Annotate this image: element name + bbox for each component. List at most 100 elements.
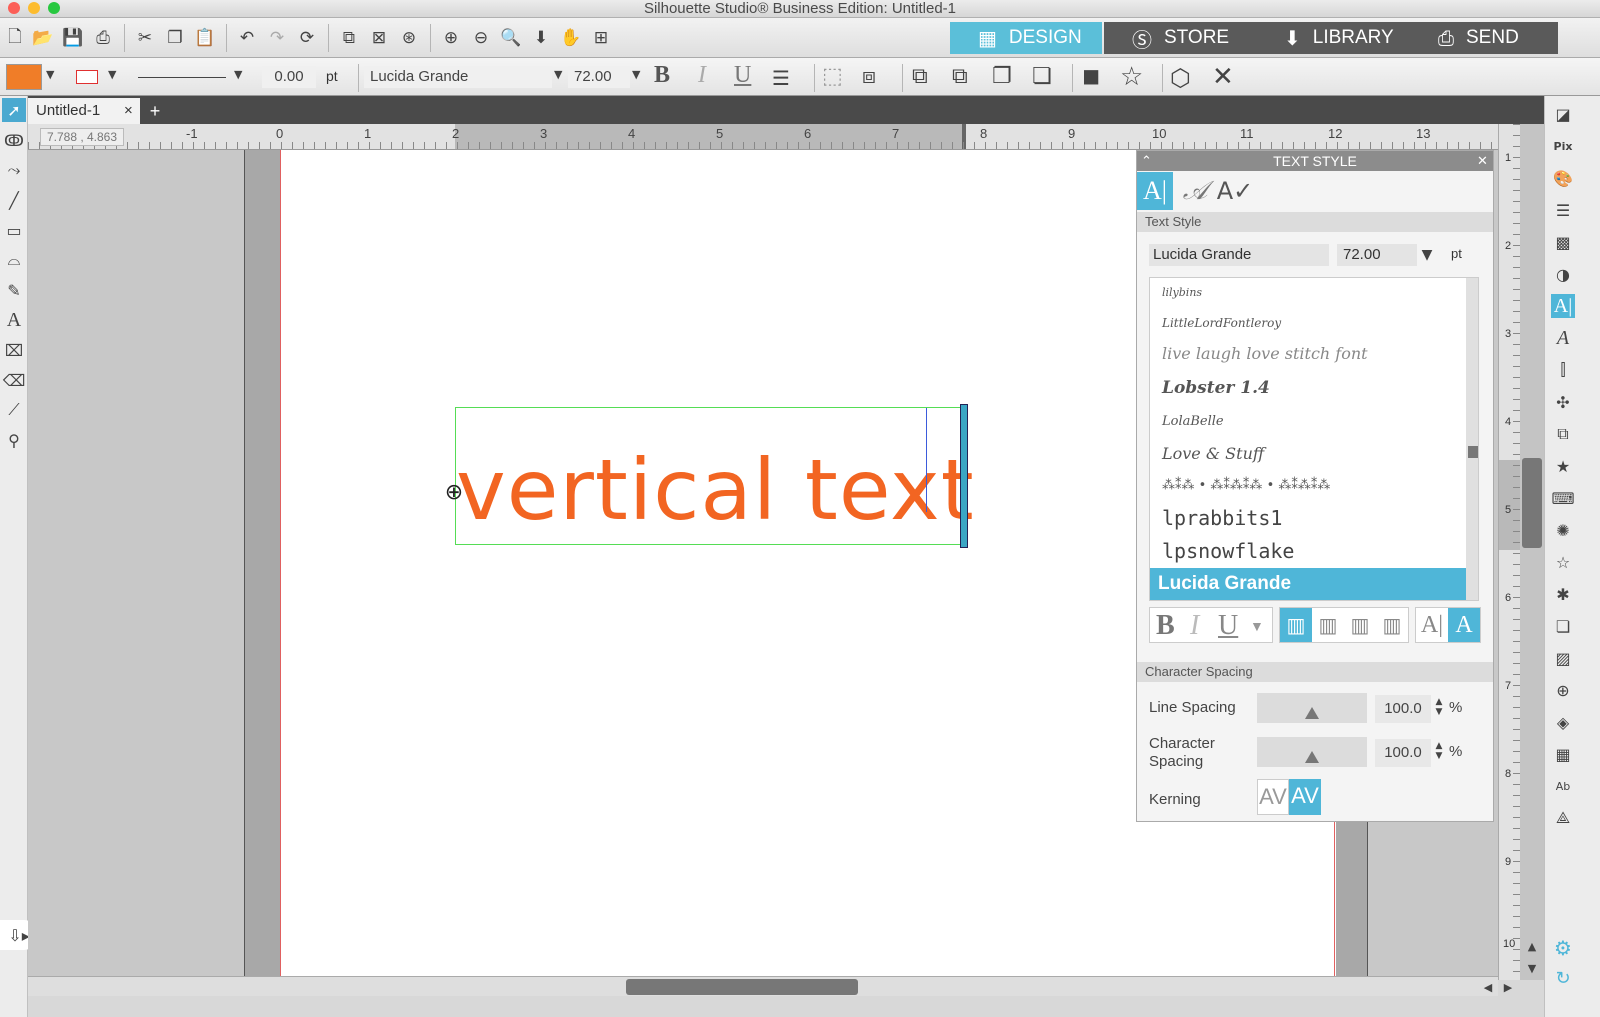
tab-close-icon[interactable]: × bbox=[124, 98, 133, 124]
fill-dropdown-icon[interactable]: ▼ bbox=[46, 68, 54, 81]
line-spacing-value[interactable]: 100.0 bbox=[1375, 695, 1431, 723]
tab-store[interactable]: Ⓢ STORE bbox=[1104, 22, 1256, 54]
redo-icon[interactable]: ↷ bbox=[264, 25, 290, 51]
panel-italic-button[interactable]: I bbox=[1190, 610, 1199, 642]
bring-forward-icon[interactable]: ⧉ bbox=[912, 64, 928, 89]
align-center-icon[interactable]: ▥ bbox=[1312, 608, 1344, 642]
fill-color-panel-icon[interactable]: 🎨 bbox=[1551, 166, 1575, 190]
transparency-panel-icon[interactable]: ◑ bbox=[1551, 262, 1575, 286]
line-color-swatch[interactable] bbox=[76, 70, 98, 84]
panel-underline-button[interactable]: U bbox=[1218, 610, 1238, 642]
close-window-button[interactable] bbox=[8, 2, 20, 14]
undo-icon[interactable]: ↶ bbox=[234, 25, 260, 51]
minimize-window-button[interactable] bbox=[28, 2, 40, 14]
add-tab-button[interactable]: + bbox=[144, 100, 166, 122]
font-list-item[interactable]: ⁂⁑⁂ • ⁂⁑⁂⁑⁂ • ⁂⁑⁂⁑⁂ bbox=[1162, 478, 1330, 493]
tab-design[interactable]: ▦ DESIGN bbox=[950, 22, 1102, 54]
modify-panel-icon[interactable]: ⧉ bbox=[1551, 422, 1575, 446]
underline-dropdown-icon[interactable]: ▼ bbox=[1250, 618, 1264, 634]
page-setup-icon[interactable]: ◪ bbox=[1551, 102, 1575, 126]
font-list-item[interactable]: LittleLordFontleroy bbox=[1162, 316, 1281, 330]
paste-icon[interactable]: 📋 bbox=[192, 25, 218, 51]
zoom-out-icon[interactable]: ⊖ bbox=[468, 25, 494, 51]
text-path-panel-icon[interactable]: A bbox=[1551, 326, 1575, 350]
font-list-item[interactable]: LolaBelle bbox=[1162, 414, 1224, 429]
pencil-tool-icon[interactable]: ✎ bbox=[2, 278, 26, 302]
bring-to-front-icon[interactable]: ❐ bbox=[992, 64, 1012, 89]
polygon-tool-icon[interactable]: ⌓ bbox=[2, 248, 26, 272]
font-list-item[interactable]: live laugh love stitch font bbox=[1162, 344, 1368, 363]
font-list-item[interactable]: Lobster 1.4 bbox=[1162, 378, 1270, 398]
text-style-tab-icon[interactable]: A| bbox=[1137, 172, 1173, 210]
horizontal-scrollbar[interactable]: ◀ ▶ bbox=[28, 976, 1512, 997]
panel-bold-button[interactable]: B bbox=[1156, 610, 1175, 642]
align-left-icon[interactable]: ▥ bbox=[1280, 608, 1312, 642]
tab-send[interactable]: ⎙ SEND bbox=[1410, 22, 1558, 54]
underline-button[interactable]: U bbox=[734, 62, 751, 89]
zoom-window-button[interactable] bbox=[48, 2, 60, 14]
line-width-input[interactable]: 0.00 bbox=[262, 66, 316, 88]
font-size-dropdown-icon[interactable]: ▼ bbox=[632, 68, 640, 81]
sync-icon[interactable]: ↻ bbox=[1551, 966, 1575, 990]
group-icon[interactable]: ⧉ bbox=[336, 25, 362, 51]
knife-icon[interactable]: ⟋ bbox=[2, 398, 26, 422]
align-panel-icon[interactable]: ⫿ bbox=[1551, 358, 1575, 382]
bold-button[interactable]: B bbox=[654, 62, 670, 89]
send-backward-icon[interactable]: ⧉ bbox=[952, 64, 968, 89]
point-edit-icon[interactable]: ⤳ bbox=[2, 158, 26, 182]
new-file-icon[interactable]: 🗋 bbox=[2, 25, 28, 51]
open-folder-icon[interactable]: 📂 bbox=[30, 25, 56, 51]
line-color-dropdown-icon[interactable]: ▼ bbox=[108, 68, 116, 81]
font-list-scrollbar[interactable] bbox=[1466, 278, 1478, 600]
font-list[interactable]: lilybins LittleLordFontleroy live laugh … bbox=[1149, 277, 1479, 601]
italic-button[interactable]: I bbox=[698, 62, 706, 89]
line-style-panel-icon[interactable]: ☰ bbox=[1551, 198, 1575, 222]
scroll-left-icon[interactable]: ◀ bbox=[1478, 977, 1498, 997]
hand-icon[interactable]: ✋ bbox=[558, 25, 584, 51]
font-list-item[interactable]: lprabbits1 bbox=[1162, 506, 1282, 530]
text-path-tab-icon[interactable]: 𝒜 bbox=[1177, 172, 1213, 210]
transform-icon[interactable]: ⬚ bbox=[822, 64, 843, 89]
scroll-up-icon[interactable]: ▲ bbox=[1520, 936, 1544, 956]
offset-panel-icon[interactable]: ★ bbox=[1551, 454, 1575, 478]
trace-panel-icon[interactable]: ⌨ bbox=[1551, 486, 1575, 510]
text-style-panel-icon[interactable]: A| bbox=[1551, 294, 1575, 318]
panel-font-field[interactable]: Lucida Grande bbox=[1149, 244, 1329, 266]
fit-page-icon[interactable]: ⊞ bbox=[588, 25, 614, 51]
save-icon[interactable]: 💾 bbox=[60, 25, 86, 51]
eraser-area-icon[interactable]: ⌧ bbox=[2, 338, 26, 362]
close-x-icon[interactable]: ✕ bbox=[1212, 62, 1234, 92]
scroll-down-icon[interactable]: ▼ bbox=[1520, 958, 1544, 978]
select-arrow-icon[interactable]: ➚ bbox=[2, 98, 26, 122]
panel-close-icon[interactable]: ✕ bbox=[1477, 151, 1488, 171]
puzzle-panel-icon[interactable]: ✱ bbox=[1551, 582, 1575, 606]
replicate-panel-icon[interactable]: ✣ bbox=[1551, 390, 1575, 414]
font-list-item-selected[interactable]: Lucida Grande bbox=[1150, 568, 1466, 600]
redraw-icon[interactable]: ⟳ bbox=[294, 25, 320, 51]
send-to-back-icon[interactable]: ❏ bbox=[1032, 64, 1052, 89]
lasso-icon[interactable]: ↂ bbox=[2, 128, 26, 152]
align-text-icon[interactable]: ☰ bbox=[772, 66, 790, 90]
align-justify-icon[interactable]: ▥ bbox=[1376, 608, 1408, 642]
panel-size-field[interactable]: 72.00 bbox=[1337, 244, 1417, 266]
zoom-in-icon[interactable]: ⊕ bbox=[438, 25, 464, 51]
pattern-fill-panel-icon[interactable]: ⟁ bbox=[1551, 806, 1575, 830]
collapse-icon[interactable]: ⌃ bbox=[1141, 151, 1152, 171]
move-handle-icon[interactable]: ⊕ bbox=[442, 480, 466, 505]
star-icon[interactable]: ☆ bbox=[1120, 62, 1143, 92]
pixscan-icon[interactable]: Pix bbox=[1551, 134, 1575, 158]
tab-library[interactable]: ⬇ LIBRARY bbox=[1256, 22, 1410, 54]
scroll-right-icon[interactable]: ▶ bbox=[1498, 977, 1518, 997]
document-tab[interactable]: Untitled-1 × bbox=[28, 98, 140, 124]
fill-color-swatch[interactable] bbox=[6, 64, 42, 90]
spellcheck-tab-icon[interactable]: A✓ bbox=[1217, 172, 1254, 210]
nesting-panel-icon[interactable]: ⊕ bbox=[1551, 678, 1575, 702]
char-spacing-stepper[interactable]: ▲ ▼ bbox=[1433, 737, 1445, 765]
font-dropdown-icon[interactable]: ▼ bbox=[554, 68, 562, 81]
zoom-select-icon[interactable]: 🔍 bbox=[498, 25, 524, 51]
kerning-off-button[interactable]: AV bbox=[1257, 779, 1289, 815]
line-spacing-slider[interactable] bbox=[1257, 693, 1367, 723]
text-tool-icon[interactable]: A bbox=[2, 308, 26, 332]
font-panel-icon[interactable]: Ab bbox=[1551, 774, 1575, 798]
warp-panel-icon[interactable]: ▦ bbox=[1551, 742, 1575, 766]
